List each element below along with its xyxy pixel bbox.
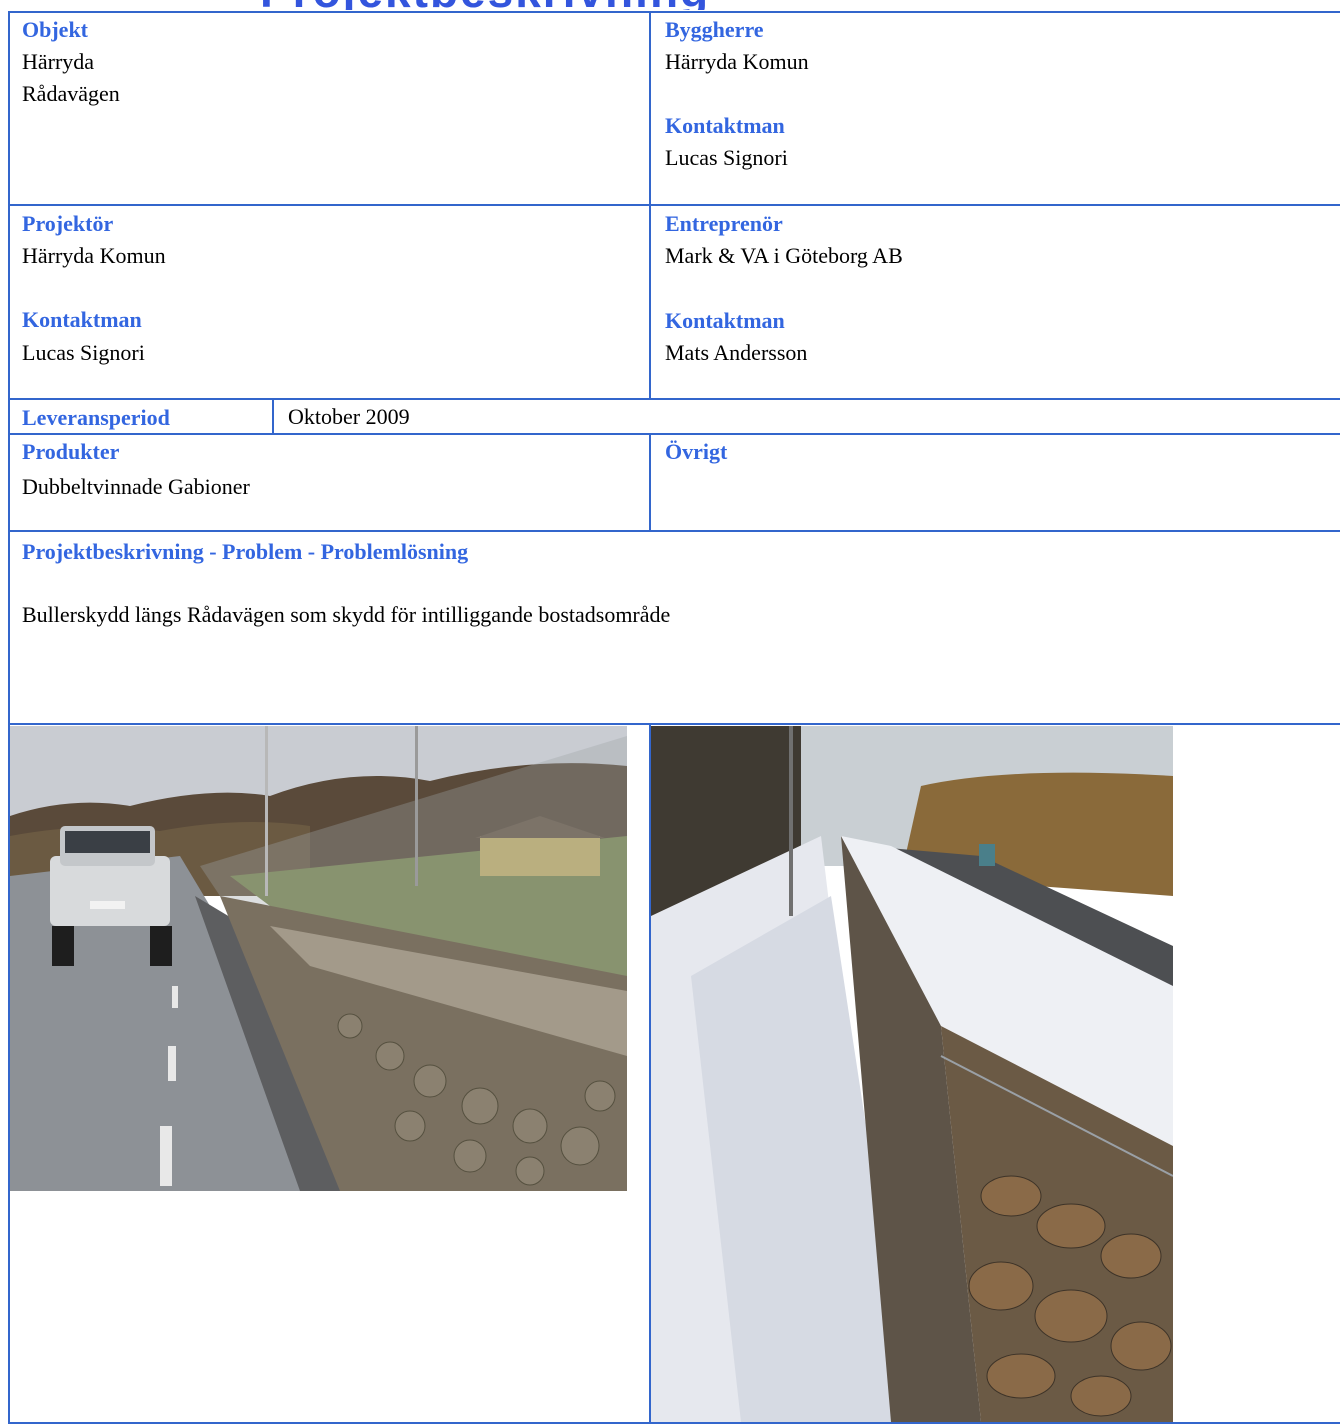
leveransperiod-label: Leveransperiod <box>22 405 170 430</box>
rule-after-projektor <box>8 398 1340 400</box>
page-header-strip: Projektbeskrivning <box>0 0 1340 10</box>
projektor-value: Härryda Komun <box>22 243 166 268</box>
photo-winter-svg <box>651 726 1173 1422</box>
rule-after-objekt <box>8 204 1340 206</box>
rule-after-beskrivning <box>8 723 1340 725</box>
rule-bottom <box>8 1422 1340 1424</box>
objekt-label: Objekt <box>22 17 88 42</box>
objekt-line1: Härryda <box>22 49 95 74</box>
photo-winter-gabion-wall <box>651 726 1173 1422</box>
entreprenor-value: Mark & VA i Göteborg AB <box>665 243 903 268</box>
beskrivning-label: Projektbeskrivning - Problem - Problemlö… <box>22 539 469 564</box>
rule-mid-top <box>649 11 651 398</box>
projektor-contact-value: Lucas Signori <box>22 340 145 365</box>
projektor-label: Projektör <box>22 211 114 236</box>
photo-autumn-svg <box>10 726 627 1191</box>
page-title-fragment: Projektbeskrivning <box>260 0 710 10</box>
byggherre-contact-label: Kontaktman <box>665 113 785 138</box>
entreprenor-contact-label: Kontaktman <box>665 308 785 333</box>
byggherre-value: Härryda Komun <box>665 49 809 74</box>
rule-after-leverans <box>8 433 1340 435</box>
rule-mid-produkter <box>649 433 651 530</box>
byggherre-label: Byggherre <box>665 17 764 42</box>
produkter-value: Dubbeltvinnade Gabioner <box>22 474 250 499</box>
objekt-line2: Rådavägen <box>22 81 120 106</box>
rule-leverans-split <box>272 398 274 433</box>
beskrivning-text: Bullerskydd längs Rådavägen som skydd fö… <box>22 602 671 627</box>
photo-autumn-gabion-wall <box>10 726 627 1191</box>
produkter-label: Produkter <box>22 439 120 464</box>
byggherre-contact-value: Lucas Signori <box>665 145 788 170</box>
rule-left <box>8 11 10 1424</box>
leveransperiod-value: Oktober 2009 <box>288 404 410 429</box>
rule-after-produkter <box>8 530 1340 532</box>
rule-top <box>8 11 1340 13</box>
ovrigt-label: Övrigt <box>665 439 728 464</box>
projektor-contact-label: Kontaktman <box>22 307 142 332</box>
entreprenor-contact-value: Mats Andersson <box>665 340 808 365</box>
entreprenor-label: Entreprenör <box>665 211 783 236</box>
